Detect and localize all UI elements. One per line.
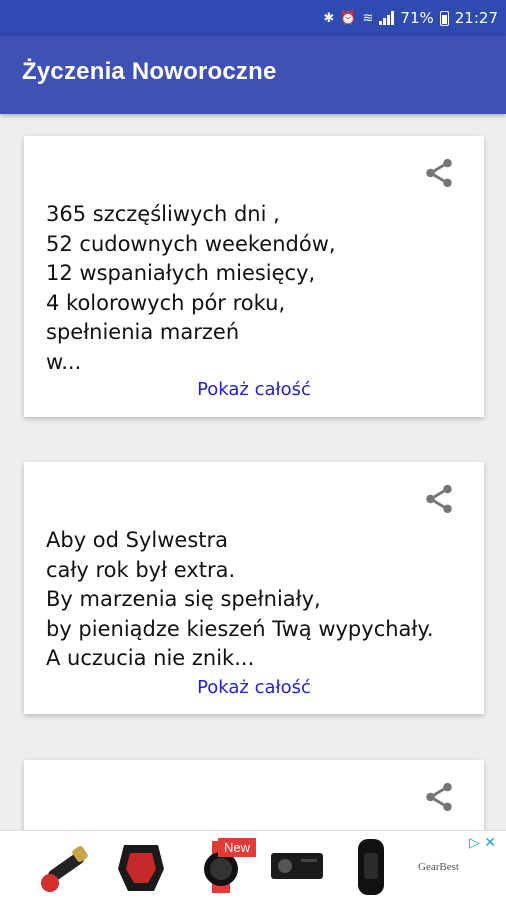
share-icon[interactable] (422, 156, 456, 190)
app-title: Życzenia Noworoczne (22, 58, 277, 85)
battery-percentage: 71% (400, 9, 434, 27)
status-bar: ✱ ⏰ ≋ 71% 21:27 (0, 0, 506, 36)
wish-text: 365 szczęśliwych dni , 52 cudownych week… (46, 202, 336, 374)
ad-product-mouse[interactable] (110, 839, 172, 895)
ad-brand-logo: GearBest (418, 861, 459, 873)
battery-icon (439, 10, 449, 26)
share-icon[interactable] (422, 482, 456, 516)
clock: 21:27 (454, 9, 498, 27)
signal-icon (379, 11, 395, 25)
wish-card[interactable]: 365 szczęśliwych dni , 52 cudownych week… (24, 136, 484, 417)
ad-product-projector[interactable] (265, 839, 327, 895)
show-more-link[interactable]: Pokaż całość (24, 677, 484, 698)
ad-choices-icon[interactable]: ▷ ✕ (469, 835, 496, 851)
ad-product-flashlight[interactable] (36, 839, 98, 895)
app-bar: Życzenia Noworoczne (0, 36, 506, 114)
wifi-icon: ≋ (362, 10, 374, 26)
show-more-link[interactable]: Pokaż całość (24, 379, 484, 400)
ad-product-band[interactable] (340, 839, 402, 895)
wish-card[interactable]: Aby od Sylwestra cały rok był extra. By … (24, 462, 484, 714)
ad-new-badge: New (218, 838, 257, 857)
wish-text: Aby od Sylwestra cały rok był extra. By … (46, 528, 434, 670)
status-icons: ✱ ⏰ ≋ 71% 21:27 (323, 6, 498, 30)
share-icon[interactable] (422, 780, 456, 814)
bluetooth-icon: ✱ (323, 10, 335, 26)
alarm-icon: ⏰ (340, 10, 357, 26)
